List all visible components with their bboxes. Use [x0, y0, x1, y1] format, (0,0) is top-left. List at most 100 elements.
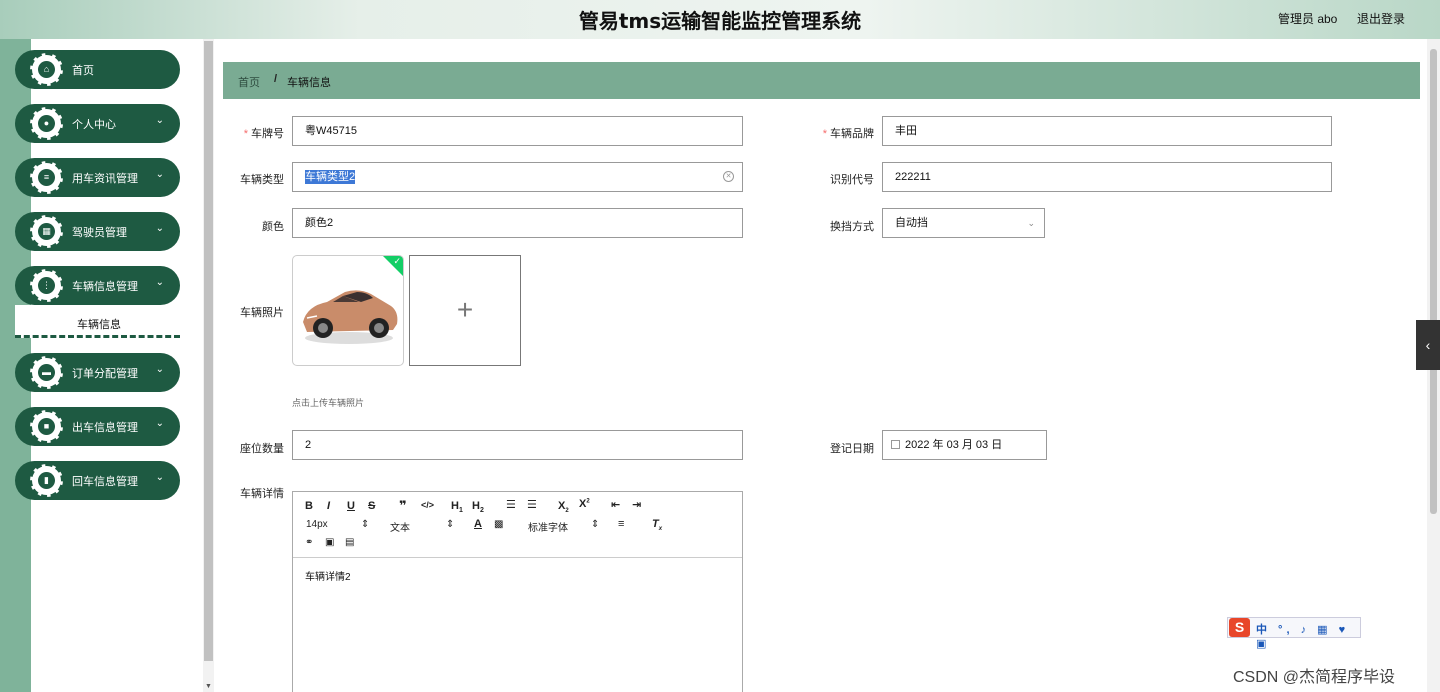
chevron-updown-icon: ⇕ — [446, 519, 455, 530]
calendar-icon — [891, 440, 900, 449]
link-icon[interactable]: ⚭ — [305, 537, 313, 548]
font-size-select[interactable]: 14px — [306, 519, 328, 530]
brand-label: * 车辆品牌 — [822, 128, 874, 140]
chevron-down-icon: ⌄ — [1027, 218, 1035, 228]
seats-label: 座位数量 — [240, 443, 284, 455]
sidebar-item-return[interactable]: ▮ 回车信息管理 ⌄ — [15, 461, 180, 500]
breadcrumb-home[interactable]: 首页 — [238, 74, 260, 90]
type-label: 车辆类型 — [240, 174, 284, 186]
vin-input[interactable]: 222211 — [882, 162, 1332, 192]
rich-text-editor[interactable]: B I U S ❞ </> H1 H2 ☰ ☰ X2 X2 ⇤ ⇥ 14px ⇕… — [292, 491, 743, 692]
chevron-down-icon: ⌄ — [155, 418, 164, 429]
submenu-item-vehicle-info[interactable]: 车辆信息 — [15, 305, 180, 338]
clear-format-icon[interactable]: Tx — [652, 518, 662, 532]
watermark: CSDN @杰简程序毕设 — [1233, 669, 1396, 686]
sidebar-item-vehicle-news[interactable]: ≡ 用车资讯管理 ⌄ — [15, 158, 180, 197]
logout-link[interactable]: 退出登录 — [1357, 10, 1405, 27]
main-scroll-thumb[interactable] — [1430, 49, 1437, 514]
code-icon[interactable]: </> — [421, 500, 434, 510]
sidebar-item-label: 驾驶员管理 — [72, 227, 127, 239]
underline-button[interactable]: U — [347, 500, 355, 512]
type-select[interactable]: 车辆类型2 ✕ — [292, 162, 743, 192]
breadcrumb-current: 车辆信息 — [287, 77, 331, 89]
scroll-down-icon[interactable]: ▼ — [205, 683, 212, 690]
sidebar-item-order-dispatch[interactable]: ▬ 订单分配管理 ⌄ — [15, 353, 180, 392]
plate-label: * 车牌号 — [243, 128, 284, 140]
ordered-list-icon[interactable]: ☰ — [506, 498, 516, 511]
chevron-updown-icon: ⇕ — [361, 519, 370, 530]
collapse-panel-button[interactable]: ‹ — [1416, 320, 1440, 370]
clipboard-icon: ▮ — [30, 464, 63, 497]
sidebar-item-personal-center[interactable]: ● 个人中心 ⌄ — [15, 104, 180, 143]
sidebar-item-label: 首页 — [72, 65, 94, 77]
color-input[interactable]: 颜色2 — [292, 208, 743, 238]
plus-icon: + — [456, 294, 474, 325]
h1-button[interactable]: H1 — [451, 500, 463, 514]
indent-icon[interactable]: ⇥ — [632, 498, 641, 511]
h2-button[interactable]: H2 — [472, 500, 484, 514]
font-color-icon[interactable]: A — [474, 518, 482, 530]
video-icon[interactable]: ▤ — [345, 537, 354, 548]
background-color-icon[interactable]: ▩ — [494, 519, 503, 530]
color-label: 颜色 — [262, 221, 284, 233]
editor-toolbar: B I U S ❞ </> H1 H2 ☰ ☰ X2 X2 ⇤ ⇥ 14px ⇕… — [293, 492, 742, 558]
photo-hint: 点击上传车辆照片 — [292, 398, 365, 408]
bullet-list-icon[interactable]: ☰ — [527, 498, 537, 511]
ime-logo: S — [1229, 618, 1250, 637]
current-user: 管理员 abo — [1278, 12, 1338, 26]
sidebar-item-home[interactable]: ⌂ 首页 — [15, 50, 180, 89]
seats-input[interactable]: 2 — [292, 430, 743, 460]
app-title: 管易tms运输智能监控管理系统 — [578, 9, 862, 33]
subscript-button[interactable]: X2 — [558, 500, 569, 514]
chevron-down-icon: ⌄ — [155, 277, 164, 288]
date-picker[interactable]: 2022 年 03 月 03 日 — [882, 430, 1047, 460]
sidebar-item-departure[interactable]: ■ 出车信息管理 ⌄ — [15, 407, 180, 446]
upload-button[interactable]: + — [409, 255, 521, 366]
details-label: 车辆详情 — [240, 488, 284, 500]
outdent-icon[interactable]: ⇤ — [611, 498, 620, 511]
check-icon: ✓ — [393, 256, 401, 266]
superscript-button[interactable]: X2 — [579, 498, 590, 510]
date-label: 登记日期 — [830, 443, 874, 455]
font-family-select[interactable]: 标准字体 — [528, 519, 568, 534]
quote-icon[interactable]: ❞ — [399, 498, 407, 514]
image-icon[interactable]: ▣ — [325, 537, 334, 548]
ime-tools[interactable]: 中 °, ♪ ▦ ♥ ▣ — [1256, 621, 1360, 650]
align-icon[interactable]: ≡ — [618, 518, 624, 530]
chevron-down-icon: ⌄ — [155, 115, 164, 126]
clear-icon[interactable]: ✕ — [723, 171, 734, 182]
sidebar-item-label: 个人中心 — [72, 119, 116, 131]
apps-icon: ⋮ — [30, 269, 63, 302]
editor-content[interactable]: 车辆详情2 — [305, 568, 351, 583]
photo-label: 车辆照片 — [240, 307, 284, 319]
chevron-down-icon: ⌄ — [155, 169, 164, 180]
sidebar-scrollbar[interactable]: ▼ — [203, 39, 214, 692]
chevron-down-icon: ⌄ — [155, 472, 164, 483]
chevron-down-icon: ⌄ — [155, 364, 164, 375]
user-icon: ● — [30, 107, 63, 140]
gear-select[interactable]: 自动挡 ⌄ — [882, 208, 1045, 238]
top-header: 管易tms运输智能监控管理系统 管理员 abo 退出登录 — [0, 0, 1440, 39]
main-content: 首页 / 车辆信息 * 车牌号 粤W45715 * 车辆品牌 丰田 车辆类型 车辆类… — [214, 39, 1427, 692]
breadcrumb-separator: / — [274, 73, 278, 85]
bold-button[interactable]: B — [305, 500, 313, 512]
gear-label: 换挡方式 — [830, 221, 874, 233]
plate-input[interactable]: 粤W45715 — [292, 116, 743, 146]
breadcrumb: 首页 / 车辆信息 — [223, 62, 1420, 99]
camera-icon: ■ — [30, 410, 63, 443]
submenu-item-label: 车辆信息 — [77, 319, 121, 331]
sidebar-item-label: 订单分配管理 — [72, 368, 138, 380]
sidebar-item-label: 出车信息管理 — [72, 422, 138, 434]
strike-button[interactable]: S — [368, 500, 375, 512]
car-photo[interactable]: ✓ — [292, 255, 404, 366]
ime-toolbar[interactable]: S 中 °, ♪ ▦ ♥ ▣ — [1227, 617, 1361, 650]
chevron-updown-icon: ⇕ — [591, 519, 600, 530]
brand-input[interactable]: 丰田 — [882, 116, 1332, 146]
text-type-select[interactable]: 文本 — [390, 519, 410, 534]
sidebar-item-drivers[interactable]: ▦ 驾驶员管理 ⌄ — [15, 212, 180, 251]
sidebar-item-vehicle-info[interactable]: ⋮ 车辆信息管理 ⌄ — [15, 266, 180, 305]
italic-button[interactable]: I — [327, 500, 330, 512]
sidebar-scroll-thumb[interactable] — [204, 41, 213, 661]
sidebar-item-label: 车辆信息管理 — [72, 281, 138, 293]
sliders-icon: ≡ — [30, 161, 63, 194]
